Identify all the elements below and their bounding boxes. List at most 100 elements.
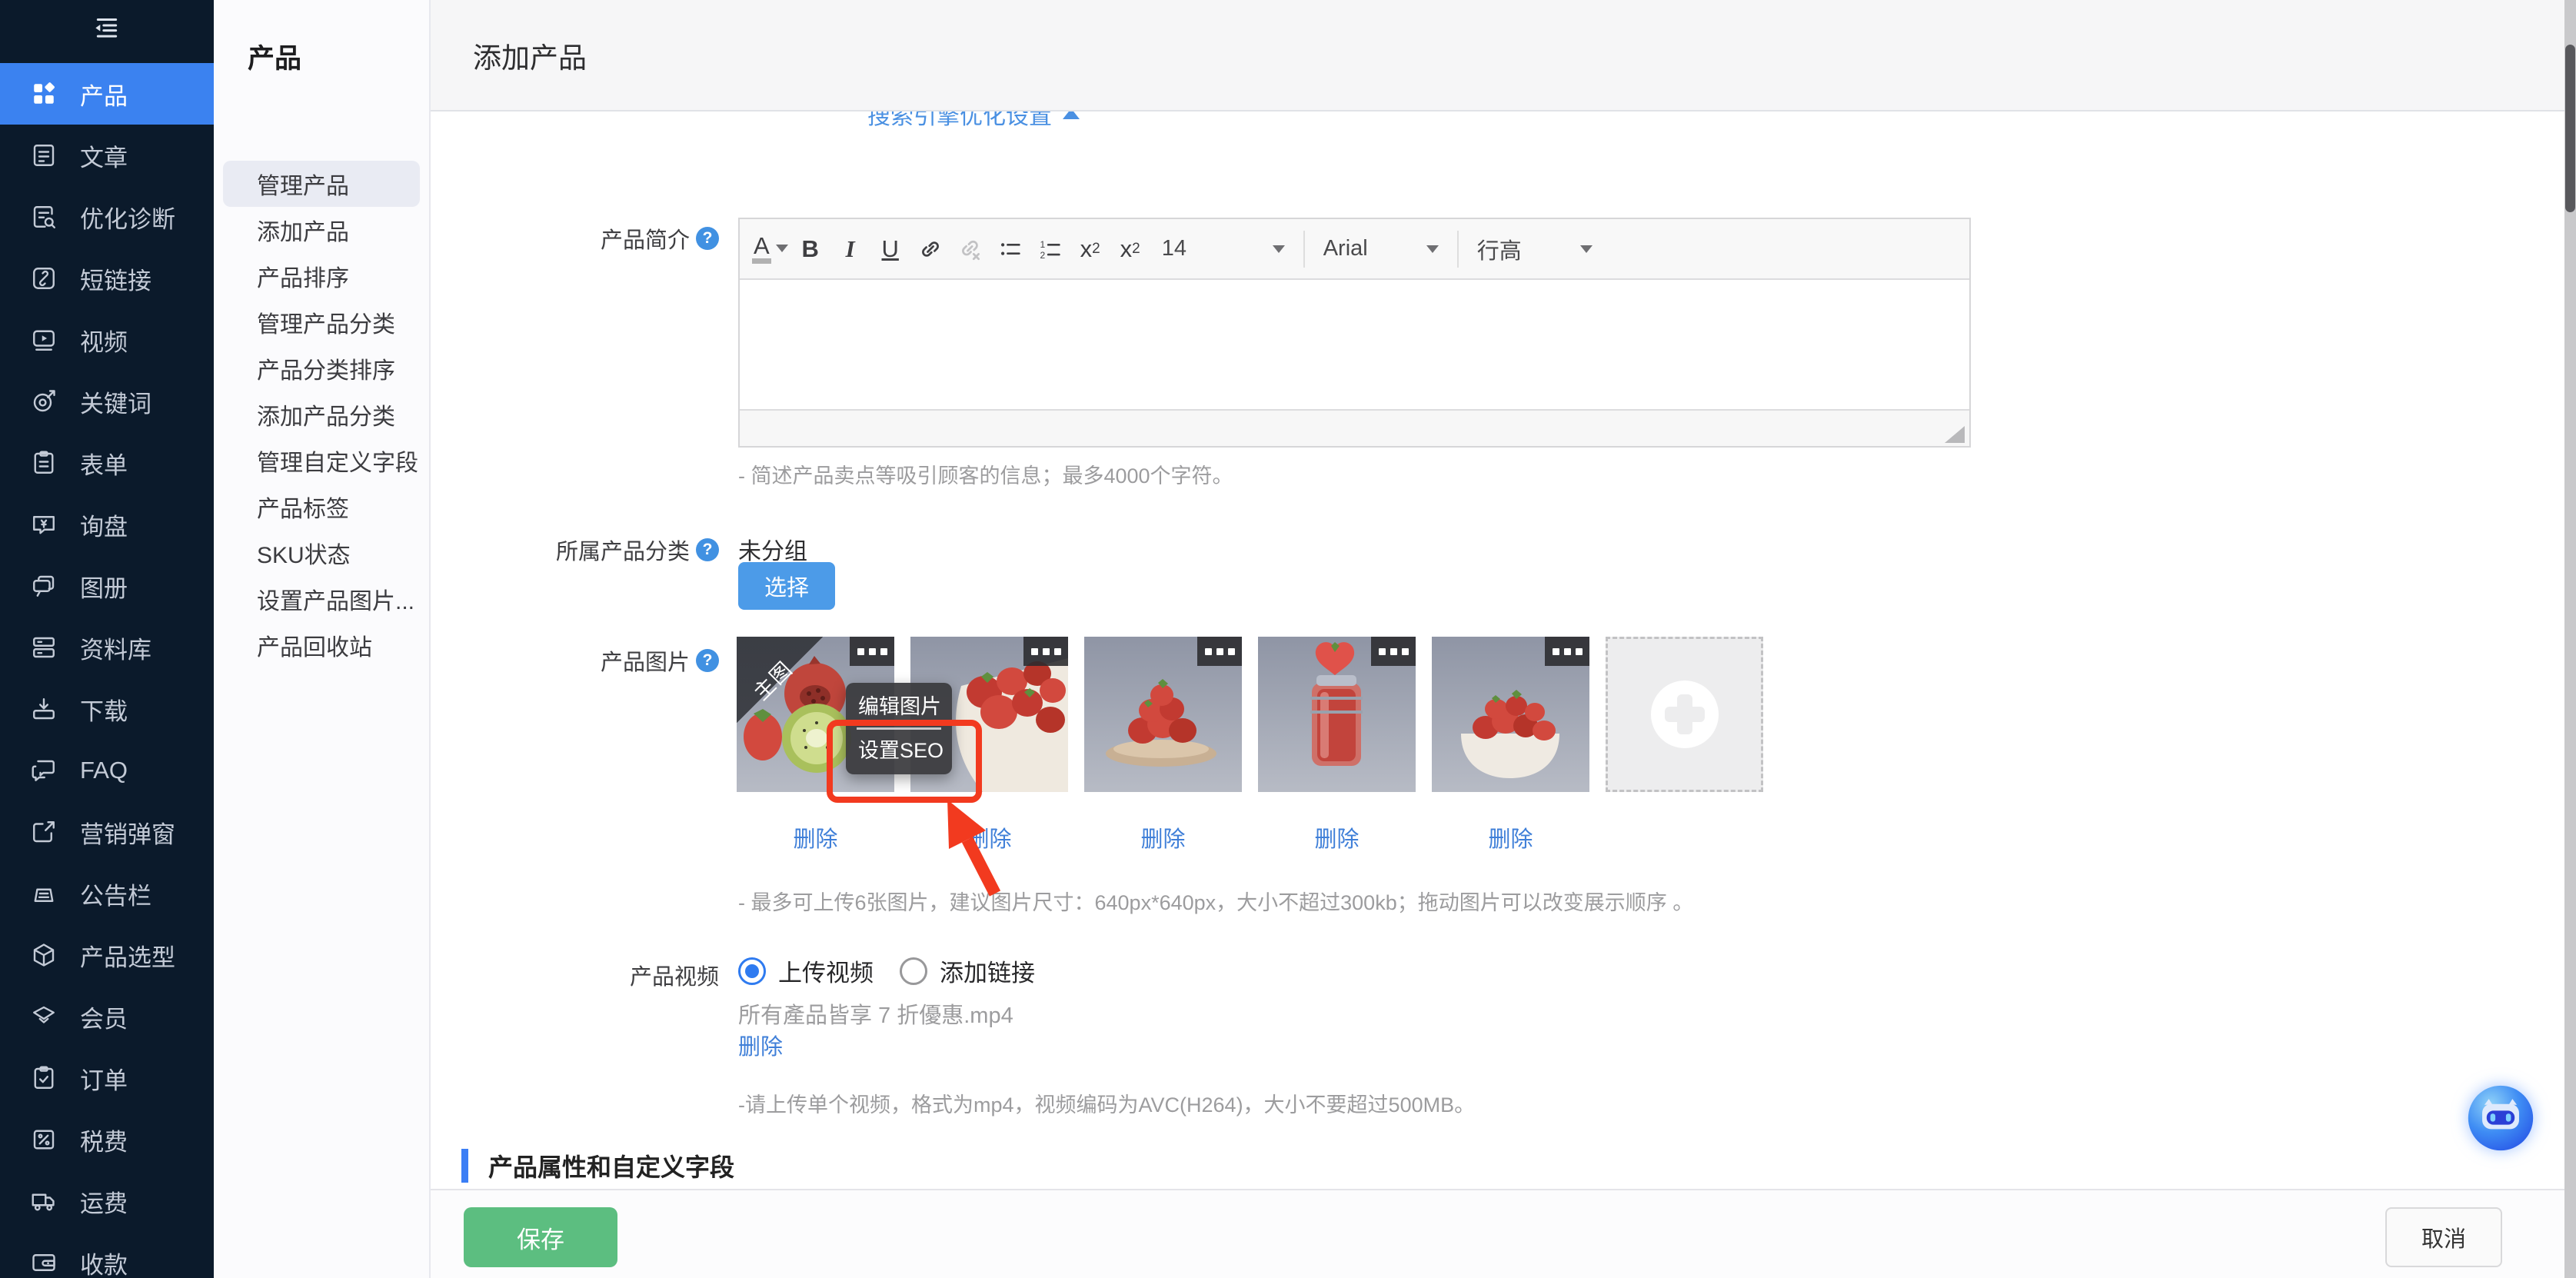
delete-image-link[interactable]: 删除 bbox=[1084, 821, 1242, 854]
radio-unselected-icon bbox=[900, 957, 927, 985]
more-options-button[interactable] bbox=[1197, 637, 1242, 666]
more-options-button[interactable] bbox=[850, 637, 894, 666]
chat-assistant-button[interactable] bbox=[2465, 1083, 2536, 1153]
line-height-select[interactable]: 行高 bbox=[1468, 228, 1602, 270]
sidebar-item-announcement[interactable]: 公告栏 bbox=[0, 863, 214, 924]
product-image-thumbnail[interactable] bbox=[1432, 637, 1589, 792]
sidebar-item-diagnose[interactable]: 优化诊断 bbox=[0, 186, 214, 248]
sidebar-item-faq[interactable]: FAQ bbox=[0, 740, 214, 801]
category-label: 所属产品分类 ? bbox=[429, 534, 719, 566]
sidebar-item-keyword[interactable]: 关键词 bbox=[0, 371, 214, 432]
sidebar-item-library[interactable]: 资料库 bbox=[0, 617, 214, 678]
submenu-item[interactable]: 添加产品 bbox=[223, 207, 420, 253]
sidebar-item-inquiry[interactable]: 询盘 bbox=[0, 494, 214, 555]
sidebar-item-payment[interactable]: 收款 bbox=[0, 1232, 214, 1278]
sidebar-item-download[interactable]: 下载 bbox=[0, 678, 214, 740]
sidebar-item-grid[interactable]: 产品 bbox=[0, 63, 214, 125]
sidebar-item-shipping[interactable]: 运费 bbox=[0, 1170, 214, 1232]
indent-collapse-icon bbox=[92, 14, 122, 48]
submenu-item[interactable]: 管理产品 bbox=[223, 161, 420, 207]
sidebar-item-popup[interactable]: 营销弹窗 bbox=[0, 801, 214, 863]
more-options-button[interactable] bbox=[1371, 637, 1416, 666]
radio-selected-icon bbox=[738, 957, 766, 985]
submenu-item[interactable]: 添加产品分类 bbox=[223, 391, 420, 438]
subscript-button[interactable]: x2 bbox=[1073, 228, 1108, 270]
product-image-thumbnail[interactable] bbox=[1084, 637, 1242, 792]
video-option-upload[interactable]: 上传视频 bbox=[738, 954, 874, 988]
diagnose-icon bbox=[29, 202, 58, 231]
menu-divider bbox=[857, 727, 941, 730]
superscript-button[interactable]: x2 bbox=[1113, 228, 1148, 270]
underline-button[interactable]: U bbox=[873, 228, 908, 270]
image-context-menu: 编辑图片 设置SEO bbox=[846, 683, 952, 774]
article-icon bbox=[29, 141, 58, 170]
intro-label: 产品简介 ? bbox=[429, 222, 719, 255]
more-options-button[interactable] bbox=[1545, 637, 1589, 666]
product-image-thumbnail[interactable] bbox=[1258, 637, 1416, 792]
italic-button[interactable]: I bbox=[833, 228, 868, 270]
plus-icon bbox=[1651, 681, 1719, 748]
choose-category-button[interactable]: 选择 bbox=[738, 562, 835, 610]
save-button[interactable]: 保存 bbox=[464, 1207, 617, 1267]
sidebar-item-product-box[interactable]: 产品选型 bbox=[0, 924, 214, 986]
primary-sidebar: 产品文章优化诊断短链接视频关键词表单询盘图册资料库下载FAQ营销弹窗公告栏产品选… bbox=[0, 0, 214, 1278]
delete-image-link[interactable]: 删除 bbox=[737, 821, 894, 854]
bold-button[interactable]: B bbox=[793, 228, 828, 270]
delete-image-link[interactable]: 删除 bbox=[1432, 821, 1589, 854]
tax-icon bbox=[29, 1125, 58, 1154]
sidebar-item-order[interactable]: 订单 bbox=[0, 1047, 214, 1109]
bullet-list-button[interactable] bbox=[993, 228, 1028, 270]
more-options-button[interactable] bbox=[1023, 637, 1068, 666]
submenu-item[interactable]: 设置产品图片... bbox=[223, 576, 420, 622]
chevron-down-icon bbox=[1580, 245, 1593, 253]
video-label: 产品视频 bbox=[429, 959, 719, 991]
remove-link-button[interactable] bbox=[953, 228, 988, 270]
page-header: 添加产品 bbox=[429, 0, 2576, 111]
sidebar-item-link[interactable]: 短链接 bbox=[0, 248, 214, 309]
sidebar-item-member[interactable]: 会员 bbox=[0, 986, 214, 1047]
text-color-button[interactable]: A bbox=[752, 228, 788, 270]
font-size-select[interactable]: 14 bbox=[1153, 228, 1294, 270]
delete-video-link[interactable]: 删除 bbox=[738, 1029, 783, 1061]
sidebar-item-video[interactable]: 视频 bbox=[0, 309, 214, 371]
resize-grip[interactable] bbox=[1945, 426, 1965, 443]
sidebar-collapse-button[interactable] bbox=[0, 0, 214, 62]
scrollbar-thumb[interactable] bbox=[2565, 45, 2575, 212]
context-menu-item-set-seo[interactable]: 设置SEO bbox=[846, 733, 952, 768]
submenu-item[interactable]: 产品回收站 bbox=[223, 622, 420, 668]
inquiry-icon bbox=[29, 510, 58, 539]
scrollbar-track[interactable] bbox=[2564, 0, 2576, 1278]
submenu-item[interactable]: SKU状态 bbox=[223, 530, 420, 576]
chevron-down-icon bbox=[776, 245, 788, 252]
delete-image-link[interactable]: 删除 bbox=[1258, 821, 1416, 854]
font-family-select[interactable]: Arial bbox=[1314, 228, 1448, 270]
toolbar-divider bbox=[1303, 231, 1305, 268]
submenu-item[interactable]: 产品标签 bbox=[223, 484, 420, 530]
submenu-item[interactable]: 产品排序 bbox=[223, 253, 420, 299]
submenu-item[interactable]: 管理产品分类 bbox=[223, 299, 420, 345]
secondary-sidebar: 产品 管理产品添加产品产品排序管理产品分类产品分类排序添加产品分类管理自定义字段… bbox=[214, 0, 431, 1278]
sidebar-item-form[interactable]: 表单 bbox=[0, 432, 214, 494]
submenu-item[interactable]: 产品分类排序 bbox=[223, 345, 420, 391]
context-menu-item-edit-image[interactable]: 编辑图片 bbox=[846, 689, 952, 724]
video-option-link[interactable]: 添加链接 bbox=[900, 954, 1035, 988]
order-icon bbox=[29, 1063, 58, 1093]
help-icon[interactable]: ? bbox=[696, 649, 719, 672]
add-image-button[interactable] bbox=[1606, 637, 1763, 792]
help-icon[interactable]: ? bbox=[696, 227, 719, 250]
sidebar-item-album[interactable]: 图册 bbox=[0, 555, 214, 617]
editor-content[interactable] bbox=[740, 280, 1969, 409]
robot-icon bbox=[2465, 1083, 2536, 1153]
sidebar-item-tax[interactable]: 税费 bbox=[0, 1109, 214, 1170]
cancel-button[interactable]: 取消 bbox=[2385, 1207, 2502, 1267]
delete-image-link[interactable]: 删除 bbox=[910, 821, 1068, 854]
link-icon bbox=[29, 264, 58, 293]
member-icon bbox=[29, 1002, 58, 1031]
help-icon[interactable]: ? bbox=[696, 538, 719, 561]
sidebar-item-article[interactable]: 文章 bbox=[0, 125, 214, 186]
submenu-item[interactable]: 管理自定义字段 bbox=[223, 438, 420, 484]
keyword-icon bbox=[29, 387, 58, 416]
sidebar-nav: 产品文章优化诊断短链接视频关键词表单询盘图册资料库下载FAQ营销弹窗公告栏产品选… bbox=[0, 63, 214, 1278]
insert-link-button[interactable] bbox=[913, 228, 948, 270]
numbered-list-button[interactable]: 1 2 bbox=[1033, 228, 1068, 270]
